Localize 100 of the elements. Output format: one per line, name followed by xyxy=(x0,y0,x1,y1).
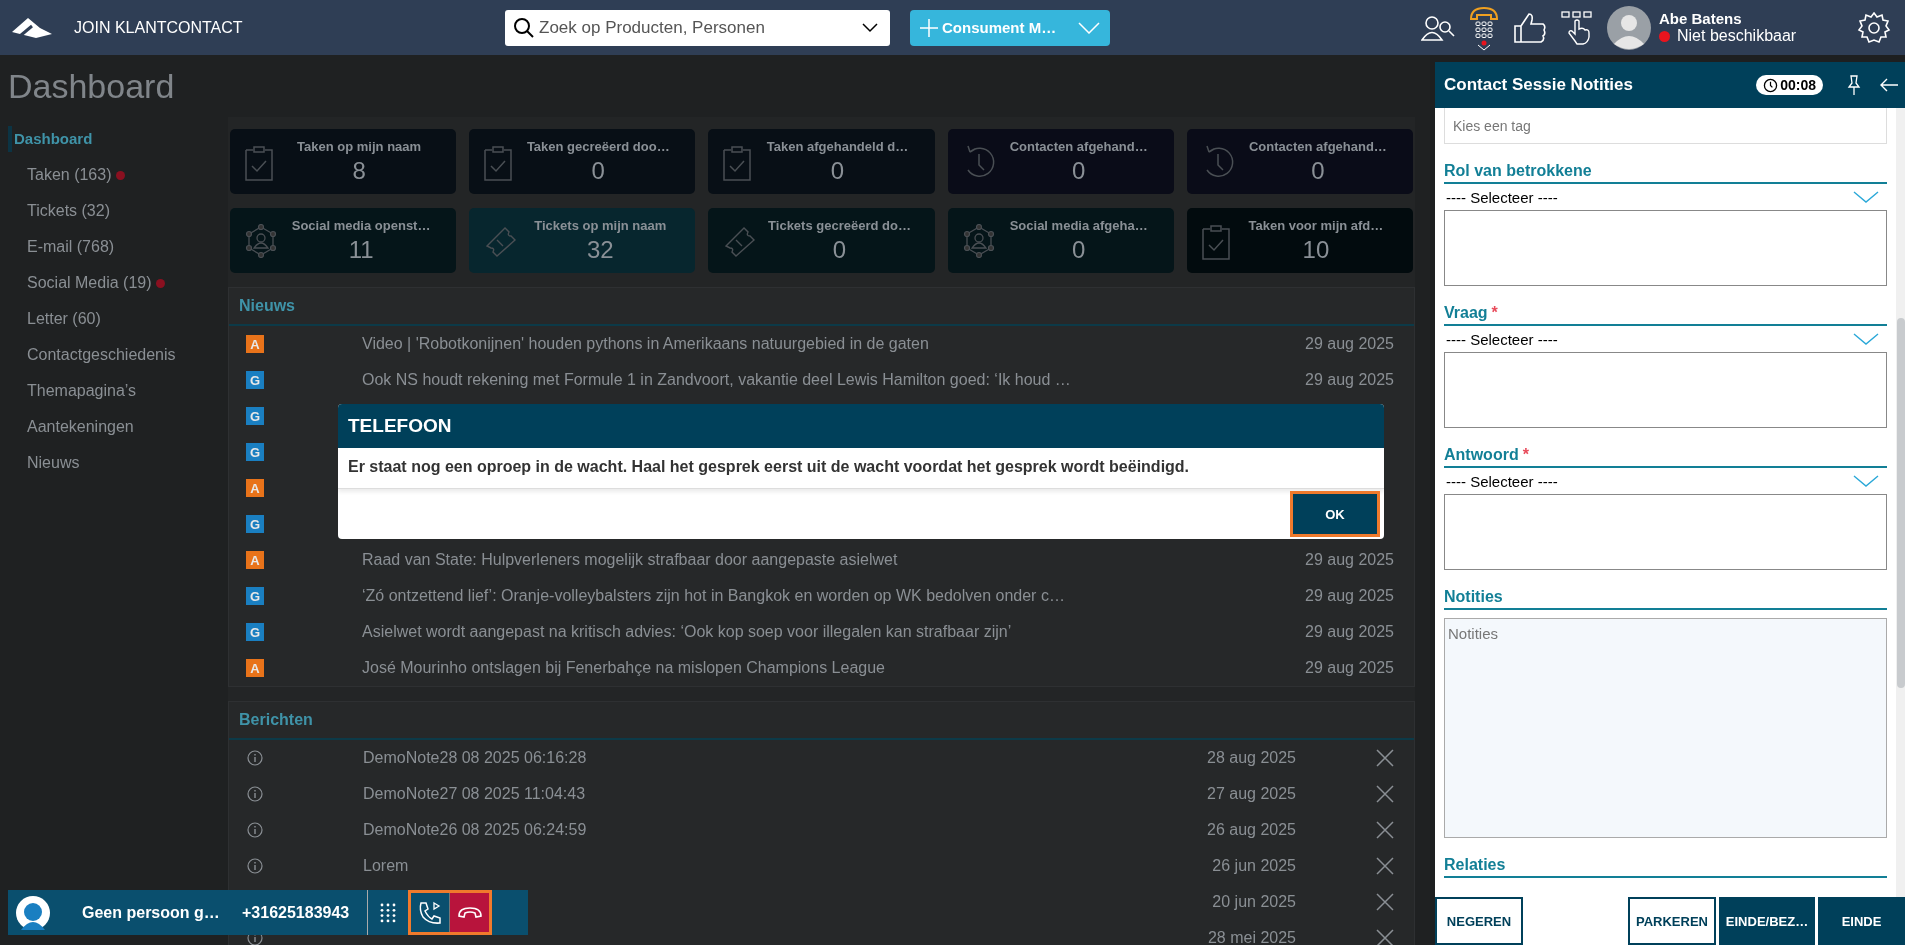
chevron-down-icon[interactable] xyxy=(862,22,878,33)
news-headline[interactable]: Video | 'Robotkonijnen' houden pythons in Amerikaans natuurgebied in de gaten xyxy=(362,335,929,353)
search-field[interactable]: Zoek op Producten, Personen xyxy=(505,9,890,46)
sidebar-item[interactable]: E-mail (768) xyxy=(8,233,115,261)
section-label: Notities xyxy=(1444,588,1503,606)
pin-icon[interactable] xyxy=(1847,74,1861,96)
stat-tile[interactable]: Tickets op mijn naam 32 xyxy=(469,208,696,273)
avatar[interactable] xyxy=(1607,5,1651,50)
action-button[interactable]: PARKEREN xyxy=(1628,897,1716,945)
plus-icon xyxy=(920,18,938,37)
message-title[interactable]: DemoNote28 08 2025 06:16:28 xyxy=(363,749,587,767)
people-icon[interactable] xyxy=(1421,14,1455,41)
tile-title: Taken voor mijn afd… xyxy=(1248,217,1384,233)
stat-tile[interactable]: Taken afgehandeld d… 0 xyxy=(708,129,935,194)
ok-button[interactable]: OK xyxy=(1290,491,1380,537)
close-icon[interactable] xyxy=(1376,785,1394,803)
user-status[interactable]: Niet beschikbaar xyxy=(1677,27,1797,45)
action-button[interactable]: EINDE xyxy=(1818,897,1905,945)
text-area[interactable] xyxy=(1444,352,1887,428)
close-icon[interactable] xyxy=(1376,929,1394,945)
select-field[interactable]: ---- Selecteer ---- xyxy=(1444,326,1887,352)
tile-title: Contacten afgehand… xyxy=(1009,138,1148,154)
chevron-down-icon xyxy=(1078,21,1100,34)
message-date: 20 jun 2025 xyxy=(1212,893,1296,911)
close-icon[interactable] xyxy=(1376,893,1394,911)
tag-field[interactable]: Kies een tag xyxy=(1444,108,1887,144)
stat-tile[interactable]: Taken gecreëerd doo… 0 xyxy=(469,129,696,194)
panel-title: Nieuws xyxy=(239,297,295,315)
news-headline[interactable]: Raad van State: Hulpverleners mogelijk strafbaar door aangepaste asielwet xyxy=(362,551,898,569)
section-label: Relaties xyxy=(1444,856,1506,874)
panel-title: Contact Sessie Notities xyxy=(1444,75,1634,95)
news-date: 29 aug 2025 xyxy=(1305,371,1394,389)
sidebar-item[interactable]: Taken (163) xyxy=(8,161,112,189)
tile-title: Taken gecreëerd doo… xyxy=(526,138,670,154)
phone-keypad-icon[interactable] xyxy=(1469,4,1499,51)
sidebar-item[interactable]: Social Media (19) xyxy=(8,269,152,297)
chevron-down-icon xyxy=(1853,191,1879,203)
news-date: 29 aug 2025 xyxy=(1305,623,1394,641)
timer-badge: 00:08 xyxy=(1756,75,1823,95)
chevron-down-icon xyxy=(1853,475,1879,487)
close-icon[interactable] xyxy=(1376,749,1394,767)
app-name: JOIN KLANTCONTACT xyxy=(74,18,243,37)
message-title[interactable]: DemoNote27 08 2025 11:04:43 xyxy=(363,785,586,803)
message-date: 28 aug 2025 xyxy=(1207,749,1296,767)
stat-tile[interactable]: Taken voor mijn afd… 10 xyxy=(1186,208,1413,273)
settings-icon[interactable] xyxy=(1857,10,1891,45)
back-arrow-icon[interactable] xyxy=(1879,77,1899,93)
stat-tile[interactable]: Tickets gecreëerd do… 0 xyxy=(708,208,935,273)
message-date: 26 aug 2025 xyxy=(1207,821,1296,839)
source-badge: G xyxy=(246,515,264,533)
stat-tile[interactable]: Social media afgeha… 0 xyxy=(947,208,1174,273)
news-headline[interactable]: ‘Zó ontzettend lief’: Oranje-volleybalsters zijn hot in Bangkok en worden op WK bedolven onder c… xyxy=(362,587,1065,605)
tile-title: Contacten afgehand… xyxy=(1248,138,1387,154)
source-badge: A xyxy=(246,659,264,677)
thumbs-up-icon[interactable] xyxy=(1513,11,1547,44)
sidebar-item[interactable]: Themapagina’s xyxy=(8,377,137,405)
text-area[interactable] xyxy=(1444,210,1887,286)
news-date: 29 aug 2025 xyxy=(1305,659,1394,677)
text-area[interactable] xyxy=(1444,494,1887,570)
network-person-icon xyxy=(244,223,278,258)
message-title[interactable]: Lorem xyxy=(363,857,409,875)
message-date: 28 mei 2025 xyxy=(1207,929,1296,945)
dialog-message: Er staat nog een oproep in de wacht. Haal het gesprek eerst uit de wacht voordat het gesprek wordt beëindigd. xyxy=(338,448,1384,489)
tile-value: 0 xyxy=(591,156,605,185)
tile-value: 8 xyxy=(352,156,366,185)
chevron-down-icon xyxy=(1853,333,1879,345)
stat-tile[interactable]: Social media openst… 11 xyxy=(230,208,457,273)
action-button[interactable]: NEGEREN xyxy=(1435,897,1523,945)
tile-title: Social media afgeha… xyxy=(1009,217,1148,233)
touch-icon[interactable] xyxy=(1561,10,1593,45)
notes-field[interactable]: Notities xyxy=(1444,618,1887,838)
tile-value: 0 xyxy=(832,235,847,264)
sidebar-item[interactable]: Letter (60) xyxy=(8,305,101,333)
news-headline[interactable]: José Mourinho ontslagen bij Fenerbahçe na mislopen Champions League xyxy=(362,659,885,677)
stat-tile[interactable]: Contacten afgehand… 0 xyxy=(1186,129,1413,194)
close-icon[interactable] xyxy=(1376,857,1394,875)
tile-value: 0 xyxy=(1311,156,1325,185)
select-field[interactable]: ---- Selecteer ---- xyxy=(1444,468,1887,494)
close-icon[interactable] xyxy=(1376,821,1394,839)
phone-forward-icon xyxy=(417,899,444,926)
news-headline[interactable]: Asielwet wordt aangepast na kritisch advies: ‘Ook kop soep voor illegalen kan strafbaar zijn’ xyxy=(362,623,1012,641)
select-field[interactable]: ---- Selecteer ---- xyxy=(1444,184,1887,210)
message-title[interactable]: DemoNote26 08 2025 06:24:59 xyxy=(363,821,587,839)
news-headline[interactable]: Ook NS houdt rekening met Formule 1 in Zandvoort, vakantie deel Lewis Hamilton goed: ‘Ik houd … xyxy=(362,371,1071,389)
sidebar-item[interactable]: Contactgeschiedenis xyxy=(8,341,176,369)
sidebar-item[interactable]: Dashboard xyxy=(8,126,101,152)
sidebar-item[interactable]: Tickets (32) xyxy=(8,197,110,225)
page-title: Dashboard xyxy=(7,66,176,107)
source-badge: A xyxy=(246,479,264,497)
action-button[interactable]: EINDE/BEZ… xyxy=(1719,897,1815,945)
stat-tile[interactable]: Contacten afgehand… 0 xyxy=(947,129,1174,194)
stat-tile[interactable]: Taken op mijn naam 8 xyxy=(230,129,457,194)
dialog-title: TELEFOON xyxy=(348,415,452,437)
sidebar-item[interactable]: Nieuws xyxy=(8,449,80,477)
tile-title: Social media openst… xyxy=(291,217,431,233)
headset-avatar-icon xyxy=(16,895,50,930)
sidebar-item[interactable]: Aantekeningen xyxy=(8,413,134,441)
scrollbar[interactable] xyxy=(1896,108,1905,897)
tile-value: 0 xyxy=(1072,235,1086,264)
hang-up-button[interactable] xyxy=(450,893,490,932)
